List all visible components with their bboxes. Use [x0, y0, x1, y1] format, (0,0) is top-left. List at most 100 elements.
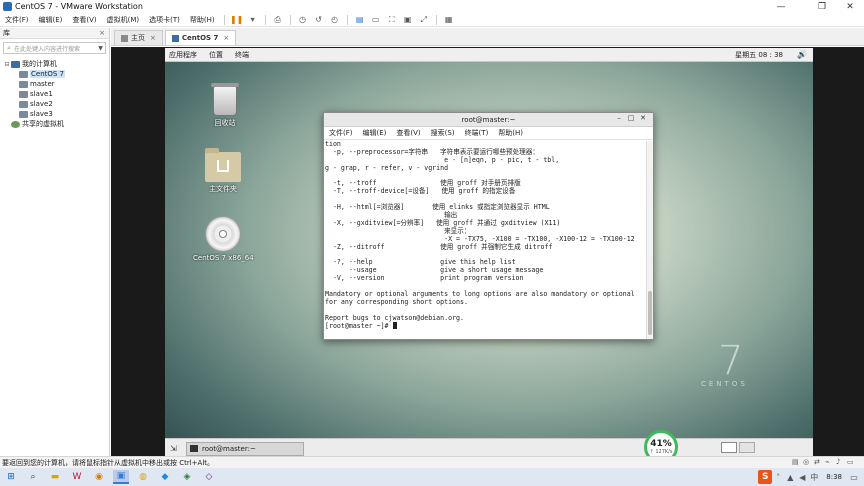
power-dropdown-icon[interactable]: ▾: [246, 14, 260, 25]
minimize-button[interactable]: —: [767, 0, 795, 13]
file-explorer-icon[interactable]: ▬: [47, 470, 63, 484]
close-window-button[interactable]: ✕: [836, 0, 864, 13]
snapshot-icon[interactable]: ◷: [296, 14, 310, 25]
guest-taskbar: ⇲ root@master:~: [165, 438, 813, 458]
usb-status-icon[interactable]: ⌁: [825, 458, 836, 466]
ime-tray-icon[interactable]: 中: [808, 472, 820, 483]
menu-tabs[interactable]: 选项卡(T): [144, 15, 185, 25]
tree-node-my-computer[interactable]: ⊟ 我的计算机: [0, 59, 109, 69]
terminal-minimize-icon[interactable]: –: [613, 114, 625, 125]
windows-start-icon[interactable]: ⊞: [3, 470, 19, 484]
suspend-icon[interactable]: ❚❚: [230, 14, 244, 25]
volume-tray-icon[interactable]: ◀: [796, 473, 808, 482]
terminal-maximize-icon[interactable]: □: [625, 114, 637, 125]
display-status-icon[interactable]: ▭: [847, 458, 858, 466]
menu-help[interactable]: 帮助(H): [185, 15, 220, 25]
collapse-icon[interactable]: ⊟: [3, 61, 11, 68]
library-tree: ⊟ 我的计算机 CentOS 7 master slave1 slave2 sl…: [0, 57, 109, 129]
chrome-icon[interactable]: ◍: [135, 470, 151, 484]
desktop-icon-disc[interactable]: CentOS 7 x86_64: [193, 216, 254, 262]
close-tab-icon[interactable]: ×: [223, 34, 229, 42]
guest-desktop[interactable]: 应用程序 位置 终端 星期五 08 : 38 🔊 回收站 主文件夹 CentOS…: [165, 48, 813, 458]
tree-node-vm-slave3[interactable]: slave3: [0, 109, 109, 119]
desktop-icon-home[interactable]: 主文件夹: [193, 148, 253, 194]
terminal-output[interactable]: tion -p, --preprocessor=字符串 字符串表示要运行哪些预处…: [324, 141, 647, 339]
qq-icon[interactable]: ◆: [157, 470, 173, 484]
terminal-prompt[interactable]: [root@master ~]#: [325, 322, 647, 330]
guest-menu-applications[interactable]: 应用程序: [165, 50, 203, 60]
unity-icon[interactable]: ▣: [401, 14, 415, 25]
speed-percent: 41%: [650, 439, 672, 449]
wps-icon[interactable]: W: [69, 470, 85, 484]
terminal-line: -T, --troff-device[=设备] 使用 groff 的指定设备: [325, 187, 516, 196]
tree-node-vm-centos7[interactable]: CentOS 7: [0, 69, 109, 79]
vmware-taskbar-icon[interactable]: ▣: [113, 470, 129, 484]
show-library-icon[interactable]: ▤: [353, 14, 367, 25]
menu-edit[interactable]: 编辑(E): [34, 15, 68, 25]
menubar: 文件(F) 编辑(E) 查看(V) 虚拟机(M) 选项卡(T) 帮助(H) ❚❚…: [0, 13, 864, 27]
menu-file[interactable]: 文件(F): [0, 15, 34, 25]
network-tray-icon[interactable]: ▲: [784, 473, 796, 482]
host-clock[interactable]: 8:38: [826, 473, 842, 481]
notification-icon[interactable]: ▭: [848, 473, 860, 482]
thumbnail-bar-icon[interactable]: ▭: [369, 14, 383, 25]
workspace-1[interactable]: [721, 442, 737, 453]
menu-view[interactable]: 查看(V): [67, 15, 101, 25]
volume-icon[interactable]: 🔊: [797, 50, 807, 59]
search-icon[interactable]: ⌕: [25, 470, 41, 484]
library-close-icon[interactable]: ×: [99, 29, 105, 37]
network-status-icon[interactable]: ⇄: [814, 458, 825, 466]
sogou-ime-icon[interactable]: S: [758, 470, 773, 484]
close-tab-icon[interactable]: ×: [150, 34, 156, 42]
sound-status-icon[interactable]: ♪: [836, 458, 847, 466]
terminal-line: -V, --version print program version: [325, 274, 524, 283]
console-view-icon[interactable]: ▦: [442, 14, 456, 25]
toolbar-separator: [223, 14, 225, 25]
guest-menu-terminal[interactable]: 终端: [229, 50, 255, 60]
library-search-input[interactable]: ⌕ 在此处键入内容进行搜索 ▼: [3, 42, 106, 54]
library-title: 库: [3, 29, 10, 37]
terminal-line: -Z, --ditroff 使用 groff 并强制它生成 ditroff: [325, 242, 553, 251]
terminal-menu-view[interactable]: 查看(V): [391, 128, 425, 138]
terminal-menu-search[interactable]: 搜索(S): [426, 128, 460, 138]
hdd-status-icon[interactable]: ▤: [792, 458, 803, 466]
desktop-icon-trash[interactable]: 回收站: [195, 83, 255, 128]
trash-icon: [211, 83, 239, 116]
tab-home[interactable]: 主页 ×: [114, 30, 163, 45]
terminal-scrollbar[interactable]: [646, 141, 653, 339]
terminal-scrollbar-thumb[interactable]: [648, 291, 652, 335]
cd-status-icon[interactable]: ◎: [803, 458, 814, 466]
terminal-close-icon[interactable]: ✕: [637, 114, 649, 125]
app-icon[interactable]: ◈: [179, 470, 195, 484]
tab-centos7[interactable]: CentOS 7 ×: [164, 30, 237, 45]
tray-chevron-icon[interactable]: ˄: [772, 473, 784, 482]
terminal-menu-edit[interactable]: 编辑(E): [358, 128, 392, 138]
tree-node-vm-slave2[interactable]: slave2: [0, 99, 109, 109]
terminal-menu-help[interactable]: 帮助(H): [493, 128, 528, 138]
tree-node-shared-vms[interactable]: 共享的虚拟机: [0, 119, 109, 129]
chevron-down-icon[interactable]: ▼: [96, 45, 105, 52]
tree-node-vm-master[interactable]: master: [0, 79, 109, 89]
host-taskbar: ⊞ ⌕ ▬ W ◉ ▣ ◍ ◆ ◈ ◇ S ˄ ▲ ◀ 中 8:38 ▭: [0, 468, 864, 486]
snapshot-manager-icon[interactable]: ◴: [328, 14, 342, 25]
vm-icon: [19, 110, 28, 118]
guest-menu-places[interactable]: 位置: [203, 50, 229, 60]
tree-node-vm-slave1[interactable]: slave1: [0, 89, 109, 99]
restore-button[interactable]: ❐: [808, 0, 836, 13]
terminal-menu-terminal[interactable]: 终端(T): [460, 128, 494, 138]
menu-vm[interactable]: 虚拟机(M): [102, 15, 145, 25]
show-desktop-icon[interactable]: ⇲: [170, 444, 182, 453]
guest-clock[interactable]: 星期五 08 : 38: [735, 50, 783, 60]
library-search-placeholder: 在此处键入内容进行搜索: [14, 45, 81, 53]
workspace-2[interactable]: [739, 442, 755, 453]
guest-task-terminal[interactable]: root@master:~: [186, 441, 304, 456]
revert-snapshot-icon[interactable]: ↺: [312, 14, 326, 25]
browser-icon[interactable]: ◉: [91, 470, 107, 484]
terminal-titlebar[interactable]: root@master:~ – □ ✕: [324, 113, 653, 127]
app-icon[interactable]: ◇: [201, 470, 217, 484]
send-ctrl-alt-del-icon[interactable]: ⎙: [271, 14, 285, 25]
terminal-window[interactable]: root@master:~ – □ ✕ 文件(F) 编辑(E) 查看(V) 搜索…: [323, 112, 654, 340]
stretch-guest-icon[interactable]: ⤢: [417, 14, 431, 25]
full-screen-icon[interactable]: ⛶: [385, 14, 399, 25]
terminal-menu-file[interactable]: 文件(F): [324, 128, 358, 138]
